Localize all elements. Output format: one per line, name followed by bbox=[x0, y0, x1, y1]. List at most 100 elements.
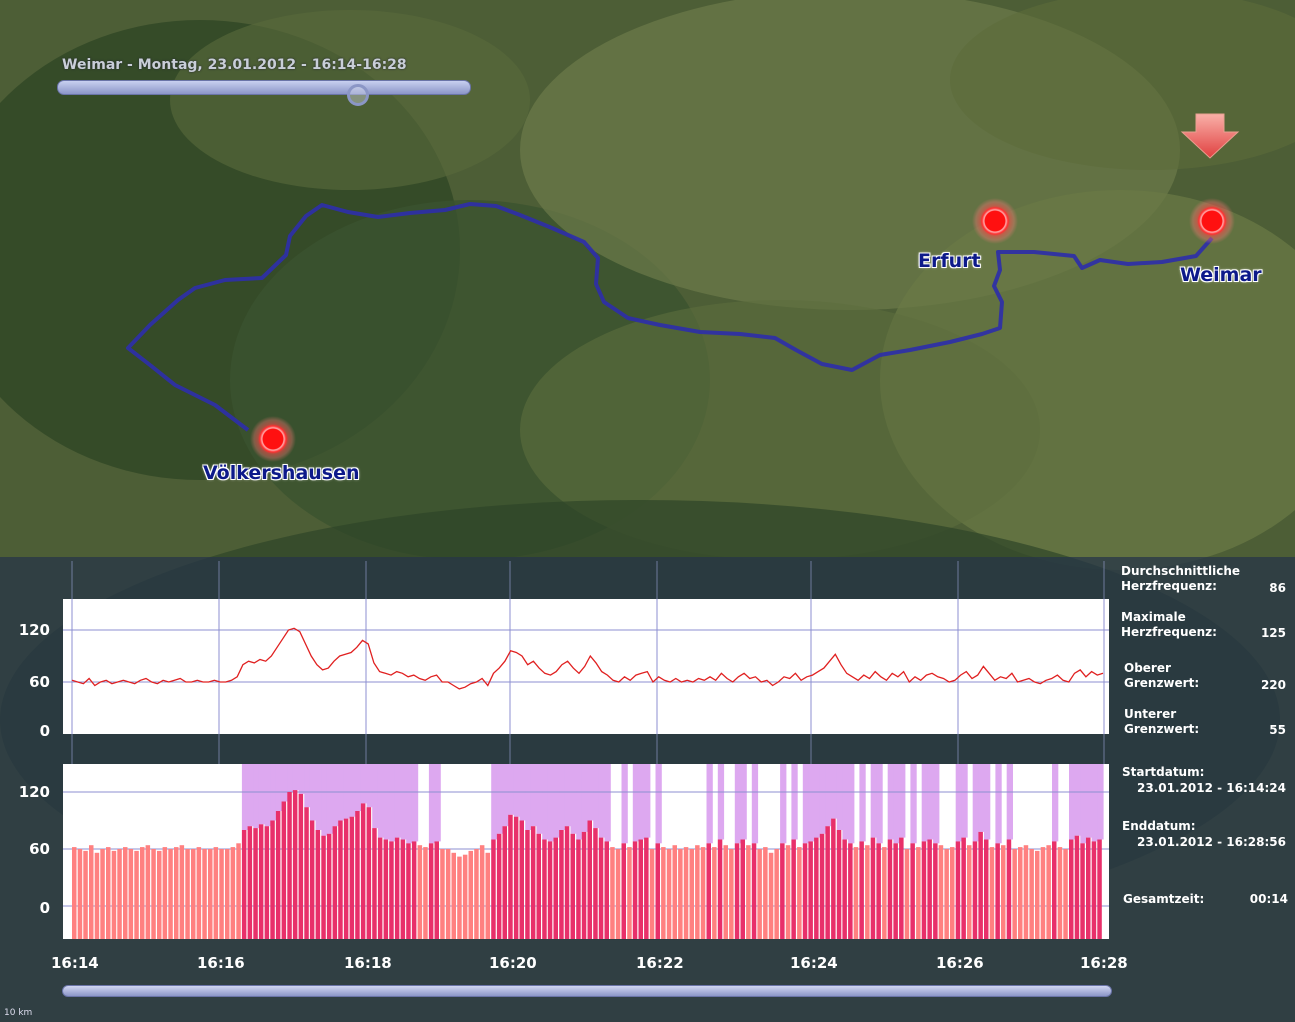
elevated-band bbox=[258, 764, 266, 825]
heart-rate-bar bbox=[751, 843, 757, 939]
heart-rate-bar bbox=[984, 839, 989, 939]
elevated-band bbox=[321, 764, 328, 836]
elevated-band bbox=[547, 764, 555, 842]
elevated-band bbox=[933, 764, 940, 844]
elevated-band bbox=[394, 764, 402, 838]
heart-rate-line-chart[interactable] bbox=[63, 599, 1109, 734]
heart-rate-bar bbox=[870, 837, 876, 939]
heart-rate-bar bbox=[315, 830, 321, 939]
heart-rate-bar bbox=[502, 826, 507, 939]
heart-rate-bar bbox=[508, 814, 513, 939]
heart-rate-bar bbox=[570, 833, 575, 939]
elevated-band bbox=[644, 764, 651, 838]
lower-limit-value: 55 bbox=[1269, 723, 1286, 737]
elevated-band bbox=[887, 764, 894, 840]
heart-rate-bar bbox=[564, 826, 570, 939]
heart-rate-bar bbox=[1080, 843, 1085, 939]
heart-rate-bar bbox=[955, 841, 961, 939]
heart-rate-bar bbox=[593, 828, 598, 939]
elevated-band bbox=[281, 764, 288, 802]
heart-rate-bar bbox=[411, 841, 417, 939]
heart-rate-bar bbox=[258, 824, 264, 939]
elevated-band bbox=[349, 764, 356, 817]
elevated-band bbox=[1091, 764, 1098, 842]
heart-rate-bar bbox=[89, 845, 94, 939]
heart-rate-bar-chart[interactable] bbox=[63, 764, 1109, 939]
elevated-band bbox=[995, 764, 1002, 844]
heart-rate-bar bbox=[581, 831, 587, 939]
erfurt-marker[interactable] bbox=[972, 198, 1018, 244]
heart-rate-bar bbox=[950, 847, 955, 939]
elevated-band bbox=[513, 764, 521, 817]
heart-rate-bar bbox=[547, 841, 553, 939]
heart-rate-bar bbox=[978, 831, 983, 939]
heart-rate-bar bbox=[468, 850, 473, 939]
heart-rate-bar bbox=[876, 843, 881, 939]
elevated-band bbox=[400, 764, 407, 840]
elevated-band bbox=[831, 764, 838, 819]
elevated-band bbox=[819, 764, 827, 834]
heart-rate-bar bbox=[309, 820, 315, 939]
elevated-band bbox=[275, 764, 283, 811]
elevated-band bbox=[984, 764, 991, 840]
volkershausen-marker[interactable] bbox=[250, 416, 296, 462]
elevated-band bbox=[972, 764, 979, 842]
heart-rate-bar bbox=[332, 826, 338, 939]
elevated-band bbox=[343, 764, 351, 819]
x-tick-1628: 16:28 bbox=[1080, 954, 1128, 972]
heart-rate-bar bbox=[134, 850, 139, 939]
weimar-marker[interactable] bbox=[1189, 198, 1235, 244]
heart-rate-bar bbox=[1001, 845, 1006, 939]
heart-rate-bar bbox=[83, 850, 88, 939]
heart-rate-bar bbox=[632, 841, 638, 939]
heart-rate-bar bbox=[241, 830, 247, 939]
heart-rate-bar bbox=[491, 839, 496, 939]
elevated-band bbox=[383, 764, 390, 840]
heart-rate-bar bbox=[377, 837, 383, 939]
elevated-band bbox=[740, 764, 747, 840]
elevated-band bbox=[1080, 764, 1087, 844]
max-heart-rate-value: 125 bbox=[1260, 626, 1286, 640]
elevated-band bbox=[621, 764, 628, 844]
elevated-band bbox=[825, 764, 832, 827]
line-y-tick-0: 0 bbox=[39, 722, 50, 740]
heart-rate-bar bbox=[360, 803, 366, 939]
heart-rate-bar bbox=[921, 841, 927, 939]
city-label-volkershausen: Völkershausen bbox=[203, 462, 360, 484]
elevated-band bbox=[326, 764, 334, 834]
range-slider-track[interactable] bbox=[62, 985, 1112, 997]
elevated-band bbox=[734, 764, 742, 844]
elevated-band bbox=[848, 764, 855, 844]
elevated-band bbox=[899, 764, 906, 838]
heart-rate-bar bbox=[961, 837, 966, 939]
trip-title: Weimar - Montag, 23.01.2012 - 16:14-16:2… bbox=[62, 57, 407, 73]
heart-rate-bar bbox=[145, 845, 151, 939]
heart-rate-bar bbox=[695, 845, 700, 939]
elevated-band bbox=[870, 764, 877, 838]
heart-rate-bar bbox=[423, 847, 428, 939]
heart-rate-bar bbox=[882, 847, 887, 939]
heart-rate-bar bbox=[434, 841, 439, 939]
heart-rate-series-line bbox=[71, 627, 1104, 690]
end-date-label: Enddatum: bbox=[1122, 819, 1196, 833]
heart-rate-bar bbox=[1097, 839, 1102, 939]
heart-rate-bar bbox=[661, 847, 666, 939]
timeline-slider-thumb[interactable] bbox=[346, 84, 369, 106]
heart-rate-bar bbox=[208, 849, 213, 939]
elevated-band bbox=[859, 764, 866, 842]
heart-rate-bar bbox=[1086, 837, 1091, 939]
elevated-band bbox=[921, 764, 928, 842]
heart-rate-bar bbox=[219, 849, 224, 939]
elevated-band bbox=[836, 764, 844, 830]
bar-y-tick-0: 0 bbox=[39, 899, 50, 917]
elevated-band bbox=[406, 764, 413, 844]
heart-rate-bar bbox=[768, 852, 774, 939]
elevated-band bbox=[315, 764, 322, 830]
elevated-band bbox=[247, 764, 254, 827]
elevated-band bbox=[292, 764, 300, 791]
elevated-band bbox=[604, 764, 611, 842]
timeline-slider-track[interactable] bbox=[57, 80, 471, 95]
heart-rate-bar bbox=[780, 843, 785, 939]
upper-limit-value: 220 bbox=[1260, 678, 1286, 692]
elevated-band bbox=[411, 764, 419, 842]
